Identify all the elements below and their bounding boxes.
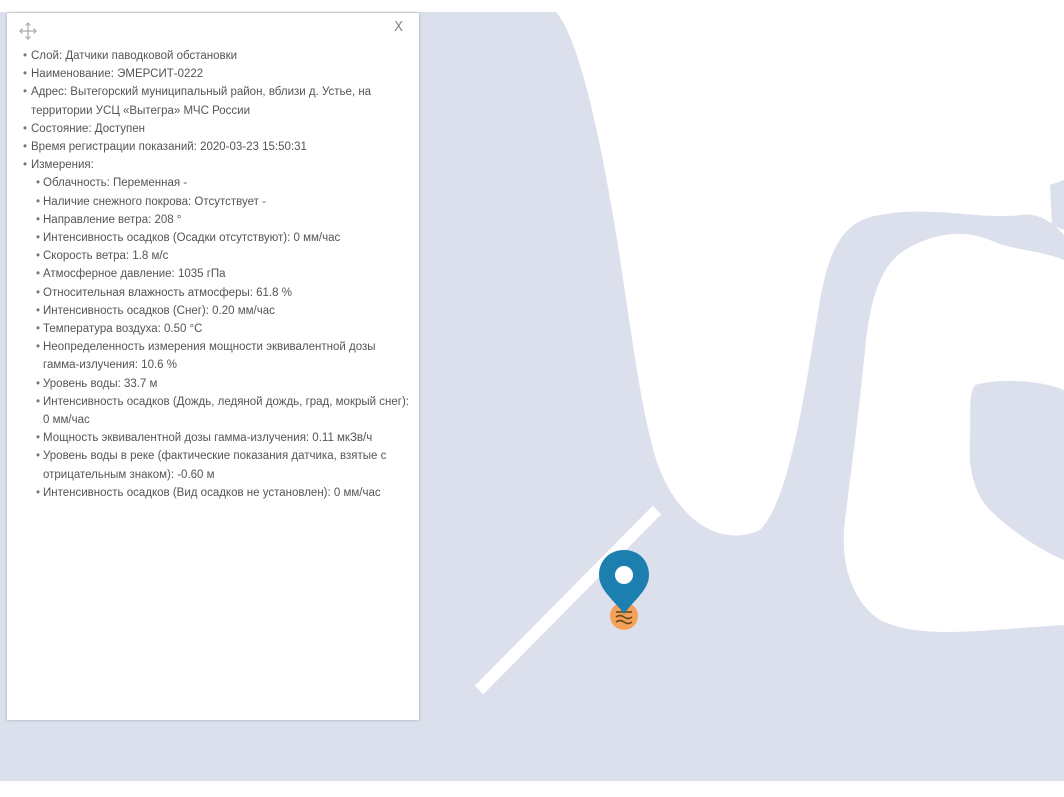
attribute-text: Облачность: Переменная -	[43, 177, 188, 190]
attribute-row: • Наименование: ЭМЕРСИТ-0222	[21, 65, 409, 83]
attribute-row: • Состояние: Доступен	[21, 120, 409, 138]
bullet-icon: •	[36, 323, 41, 336]
attribute-row: • Измерения:	[21, 156, 409, 174]
attribute-text: Время регистрации показаний: 2020-03-23 …	[31, 141, 307, 154]
info-popup: X • Слой: Датчики паводковой обстановки • Н…	[7, 13, 419, 720]
attribute-row: • Температура воздуха: 0.50 °C	[21, 320, 409, 338]
bullet-icon: •	[36, 432, 41, 445]
bullet-icon: •	[23, 122, 28, 135]
attribute-text: Измерения:	[31, 159, 94, 172]
attribute-text: Адрес: Вытегорский муниципальный район, …	[31, 86, 372, 117]
attribute-text: Интенсивность осадков (Дождь, ледяной до…	[43, 395, 409, 427]
attribute-text: Слой: Датчики паводковой обстановки	[31, 50, 238, 62]
attribute-row: • Слой: Датчики паводковой обстановки	[21, 47, 409, 65]
bullet-icon: •	[36, 232, 41, 245]
attribute-row: • Наличие снежного покрова: Отсутствует -	[21, 193, 409, 211]
attribute-row: • Атмосферное давление: 1035 гПа	[21, 265, 409, 283]
attribute-row: • Адрес: Вытегорский муниципальный район,…	[21, 83, 409, 119]
attribute-text: Направление ветра: 208 °	[43, 213, 182, 226]
attribute-text: Неопределенность измерения мощности экви…	[43, 341, 376, 372]
bullet-icon: •	[36, 195, 41, 208]
attribute-text: Уровень воды в реке (фактические показан…	[43, 450, 387, 481]
bullet-icon: •	[36, 395, 41, 408]
bullet-icon: •	[36, 486, 41, 499]
attribute-text: Уровень воды: 33.7 м	[43, 377, 158, 390]
attribute-text: Скорость ветра: 1.8 м/с	[43, 250, 169, 263]
attribute-text: Температура воздуха: 0.50 °C	[43, 323, 203, 336]
attribute-row: • Мощность эквивалентной дозы гамма-излуч…	[21, 429, 409, 447]
attribute-list: • Слой: Датчики паводковой обстановки • Наи…	[21, 47, 409, 502]
attribute-text: Состояние: Доступен	[31, 122, 145, 135]
attribute-text: Наличие снежного покрова: Отсутствует -	[43, 195, 266, 208]
bullet-icon: •	[36, 213, 41, 226]
move-icon[interactable]	[19, 22, 37, 40]
attribute-text: Мощность эквивалентной дозы гамма-излуче…	[43, 432, 373, 445]
attribute-row: • Интенсивность осадков (Снег): 0.20 мм/ч…	[21, 302, 409, 320]
land-strip	[0, 781, 1064, 797]
water-body-northeast	[1050, 180, 1064, 230]
attribute-row: • Направление ветра: 208 °	[21, 211, 409, 229]
bullet-icon: •	[36, 268, 41, 281]
attribute-row: • Время регистрации показаний: 2020-03-23…	[21, 138, 409, 156]
bullet-icon: •	[23, 141, 28, 154]
attribute-text: Относительная влажность атмосферы: 61.8 …	[43, 286, 292, 299]
attribute-row: • Интенсивность осадков (Дождь, ледяной д…	[21, 393, 409, 429]
attribute-row: • Интенсивность осадков (Вид осадков не у…	[21, 484, 409, 502]
attribute-text: Интенсивность осадков (Снег): 0.20 мм/ча…	[43, 304, 275, 317]
attribute-text: Атмосферное давление: 1035 гПа	[43, 268, 226, 281]
bullet-icon: •	[23, 86, 28, 99]
bullet-icon: •	[36, 450, 41, 463]
attribute-text: Интенсивность осадков (Осадки отсутствую…	[43, 232, 341, 245]
bullet-icon: •	[36, 304, 41, 317]
bullet-icon: •	[23, 68, 28, 81]
attribute-row: • Неопределенность измерения мощности экв…	[21, 338, 409, 374]
attribute-row: • Относительная влажность атмосферы: 61.8…	[21, 284, 409, 302]
attribute-row: • Скорость ветра: 1.8 м/с	[21, 247, 409, 265]
close-button[interactable]: X	[394, 19, 403, 37]
bullet-icon: •	[36, 341, 41, 354]
attribute-row: • Уровень воды в реке (фактические показа…	[21, 447, 409, 483]
bullet-icon: •	[23, 159, 28, 172]
bullet-icon: •	[36, 250, 41, 263]
bullet-icon: •	[36, 286, 41, 299]
bullet-icon: •	[36, 177, 41, 190]
attribute-row: • Интенсивность осадков (Осадки отсутству…	[21, 229, 409, 247]
attribute-text: Интенсивность осадков (Вид осадков не ус…	[43, 486, 381, 499]
attribute-text: Наименование: ЭМЕРСИТ-0222	[31, 68, 204, 81]
attribute-row: • Облачность: Переменная -	[21, 174, 409, 192]
bullet-icon: •	[36, 377, 41, 390]
bullet-icon: •	[23, 50, 28, 62]
attribute-row: • Уровень воды: 33.7 м	[21, 375, 409, 393]
